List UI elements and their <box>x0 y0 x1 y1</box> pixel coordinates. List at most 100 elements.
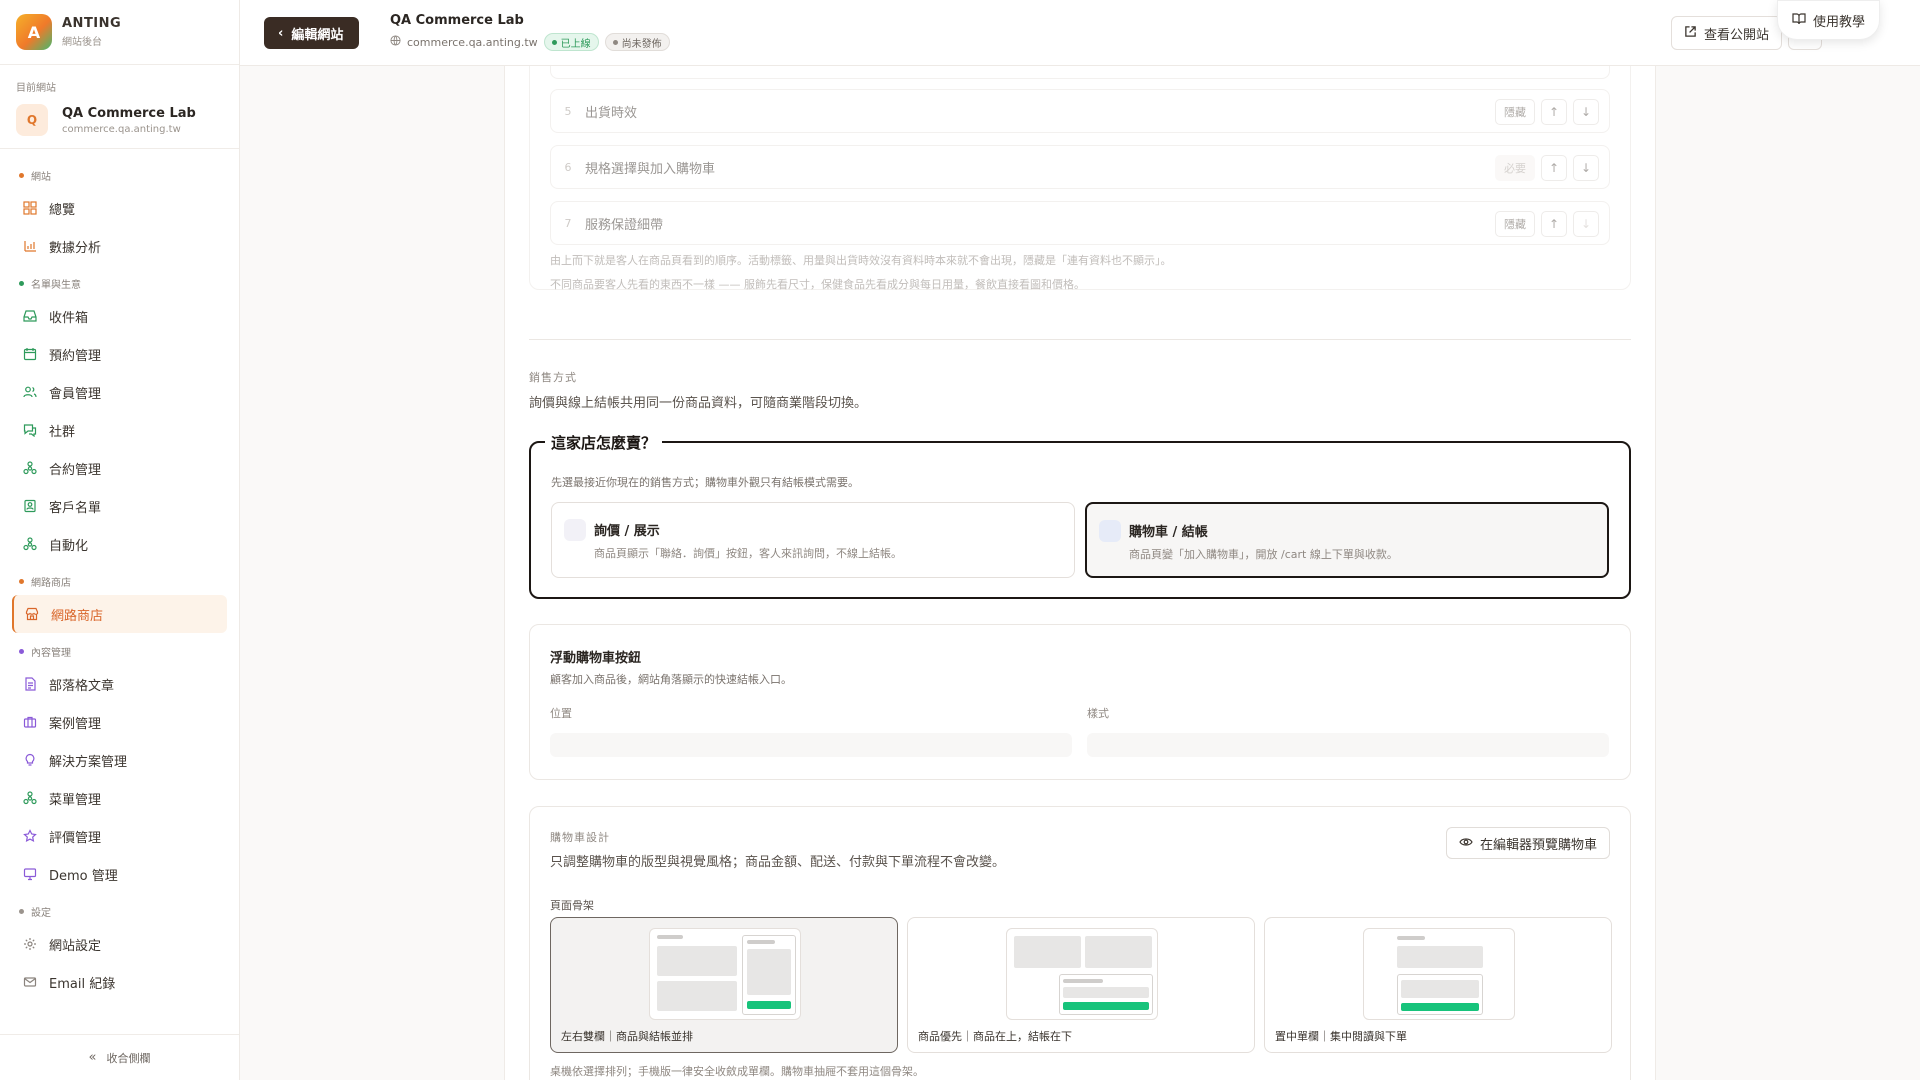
layout-option-centered[interactable]: 置中單欄｜集中閱讀與下單 <box>1264 917 1612 1053</box>
sidebar: A ANTING 網站後台 目前網站 Q QA Commerce Lab com… <box>0 0 240 1080</box>
current-site-switcher[interactable]: Q QA Commerce Lab commerce.qa.anting.tw <box>0 94 239 149</box>
option-inquiry[interactable]: 詢價 / 展示 商品頁顯示「聯絡．詢價」按鈕，客人來訊詢問，不線上結帳。 <box>551 502 1075 578</box>
arrow-down-icon: ↓ <box>1580 217 1592 231</box>
brand-subtitle: 網站後台 <box>62 37 102 48</box>
sales-method-question-desc: 先選最接近你現在的銷售方式；購物車外觀只有結帳模式需要。 <box>551 476 859 489</box>
sidebar-item[interactable]: Email 紀錄 <box>0 963 239 1001</box>
order-label: 服務保證細帶 <box>585 217 664 233</box>
group-dot <box>19 172 24 178</box>
sidebar-item[interactable]: 收件箱 <box>0 297 239 335</box>
sidebar-item[interactable]: 會員管理 <box>0 373 239 411</box>
sidebar-item[interactable]: 解決方案管理 <box>0 741 239 779</box>
sidebar-item-label: 會員管理 <box>49 386 102 402</box>
move-up-button[interactable]: ↑ <box>1541 99 1567 125</box>
sidebar-item[interactable]: 預約管理 <box>0 335 239 373</box>
site-name: QA Commerce Lab <box>62 105 196 121</box>
order-index: 6 <box>564 160 572 174</box>
layout-thumbnail <box>1006 928 1158 1020</box>
bulb-icon <box>22 752 38 768</box>
sidebar-item-label: 總覽 <box>49 202 76 218</box>
users-icon <box>22 384 38 400</box>
nav-group-label: 名單與生意 <box>0 269 239 297</box>
site-avatar: Q <box>16 104 48 136</box>
sidebar-item[interactable]: 總覽 <box>0 189 239 227</box>
move-down-button[interactable]: ↓ <box>1573 155 1599 181</box>
sidebar-item[interactable]: 數據分析 <box>0 227 239 265</box>
edit-site-button[interactable]: ‹ 編輯網站 <box>264 17 360 49</box>
layout-option-two-column[interactable]: 左右雙欄｜商品與結帳並排 <box>550 917 898 1053</box>
nodes-icon <box>22 460 38 476</box>
layout-thumbnail <box>649 928 801 1020</box>
option-cart-checkout[interactable]: 購物車 / 結帳 商品頁變「加入購物車」，開放 /cart 線上下單與收款。 <box>1085 502 1609 578</box>
floating-cart-card: 浮動購物車按鈕 顧客加入商品後，網站角落顯示的快速結帳入口。 位置 樣式 <box>529 624 1631 780</box>
sidebar-item-label: Demo 管理 <box>49 868 118 884</box>
sidebar-item[interactable]: 自動化 <box>0 525 239 563</box>
main-content: 5 出貨時效 隱藏 ↑ ↓ 6 規格選擇與加入購物車 必要 ↑ ↓ 7 服務保證… <box>240 66 1920 1080</box>
sidebar-item[interactable]: 客戶名單 <box>0 487 239 525</box>
move-down-button: ↓ <box>1573 211 1599 237</box>
order-label: 規格選擇與加入購物車 <box>585 161 716 177</box>
product-page-order-card: 5 出貨時效 隱藏 ↑ ↓ 6 規格選擇與加入購物車 必要 ↑ ↓ 7 服務保證… <box>529 66 1631 291</box>
external-link-icon <box>1684 25 1697 42</box>
sidebar-item-label: 部落格文章 <box>49 678 115 694</box>
sidebar-item-label: 自動化 <box>49 538 89 554</box>
position-select[interactable] <box>550 733 1072 757</box>
view-public-site-button[interactable]: 查看公開站 <box>1670 16 1782 50</box>
sidebar-item[interactable]: 評價管理 <box>0 817 239 855</box>
inbox-icon <box>22 308 38 324</box>
mail-icon <box>22 974 38 990</box>
tutorial-button[interactable]: 使用教學 <box>1776 0 1880 40</box>
sidebar-item-label: Email 紀錄 <box>49 976 116 992</box>
hide-toggle-button[interactable]: 隱藏 <box>1495 211 1535 237</box>
sidebar-item-label: 網路商店 <box>51 608 104 624</box>
move-down-button[interactable]: ↓ <box>1573 99 1599 125</box>
sidebar-item-label: 社群 <box>49 424 76 440</box>
current-site-label: 目前網站 <box>16 83 56 94</box>
move-up-button[interactable]: ↑ <box>1541 211 1567 237</box>
sidebar-item-label: 客戶名單 <box>49 500 102 516</box>
sidebar-item[interactable]: 合約管理 <box>0 449 239 487</box>
layout-option-product-first[interactable]: 商品優先｜商品在上，結帳在下 <box>907 917 1255 1053</box>
tutorial-label: 使用教學 <box>1812 14 1865 30</box>
briefcase-icon <box>22 714 38 730</box>
order-row: 7 服務保證細帶 隱藏 ↑ ↓ <box>550 201 1610 245</box>
sidebar-item[interactable]: 網路商店 <box>12 595 227 633</box>
sidebar-item[interactable]: 菜單管理 <box>0 779 239 817</box>
group-dot <box>19 578 24 584</box>
move-up-button[interactable]: ↑ <box>1541 155 1567 181</box>
floating-cart-title: 浮動購物車按鈕 <box>550 651 642 666</box>
sidebar-nav: 網站 總覽 數據分析 名單與生意 收件箱 預約管理 會員管理 社群 合約管理 客戶名單 自動化 網路商… <box>0 149 239 1001</box>
status-badge-unpublished: 尚未發佈 <box>604 33 670 51</box>
view-public-site-label: 查看公開站 <box>1703 27 1769 43</box>
sidebar-item-label: 網站設定 <box>49 938 102 954</box>
sidebar-item[interactable]: Demo 管理 <box>0 855 239 893</box>
grid-icon <box>22 200 38 216</box>
inquiry-icon <box>564 519 586 541</box>
sidebar-item[interactable]: 社群 <box>0 411 239 449</box>
nav-group-label: 設定 <box>0 897 239 925</box>
sidebar-item[interactable]: 部落格文章 <box>0 665 239 703</box>
floating-cart-desc: 顧客加入商品後，網站角落顯示的快速結帳入口。 <box>550 673 792 686</box>
sidebar-item-label: 預約管理 <box>49 348 102 364</box>
style-select[interactable] <box>1087 733 1609 757</box>
hide-toggle-button[interactable]: 隱藏 <box>1495 99 1535 125</box>
collapse-sidebar-button[interactable]: « 收合側欄 <box>0 1034 239 1080</box>
nodes-icon <box>22 790 38 806</box>
status-badge-live: 已上線 <box>543 33 599 51</box>
project-domain[interactable]: commerce.qa.anting.tw <box>407 36 538 49</box>
order-hint: 不同商品要客人先看的東西不一樣 —— 服飾先看尺寸，保健食品先看成分與每日用量，… <box>550 278 1085 291</box>
order-row: 6 規格選擇與加入購物車 必要 ↑ ↓ <box>550 145 1610 189</box>
sidebar-item-label: 解決方案管理 <box>49 754 128 770</box>
chart-icon <box>22 238 38 254</box>
required-badge: 必要 <box>1495 155 1535 181</box>
nav-group-label: 網路商店 <box>0 567 239 595</box>
sales-method-desc: 詢價與線上結帳共用同一份商品資料，可隨商業階段切換。 <box>529 396 868 411</box>
group-dot <box>19 908 24 914</box>
order-hint: 由上而下就是客人在商品頁看到的順序。活動標籤、用量與出貨時效沒有資料時本來就不會… <box>550 254 1172 267</box>
section-divider <box>529 339 1631 340</box>
preview-cart-button[interactable]: 在編輯器預覽購物車 <box>1445 827 1610 859</box>
sidebar-item[interactable]: 案例管理 <box>0 703 239 741</box>
option-desc: 商品頁顯示「聯絡．詢價」按鈕，客人來訊詢問，不線上結帳。 <box>594 547 902 560</box>
brand-logo: A <box>16 14 52 50</box>
sidebar-item[interactable]: 網站設定 <box>0 925 239 963</box>
